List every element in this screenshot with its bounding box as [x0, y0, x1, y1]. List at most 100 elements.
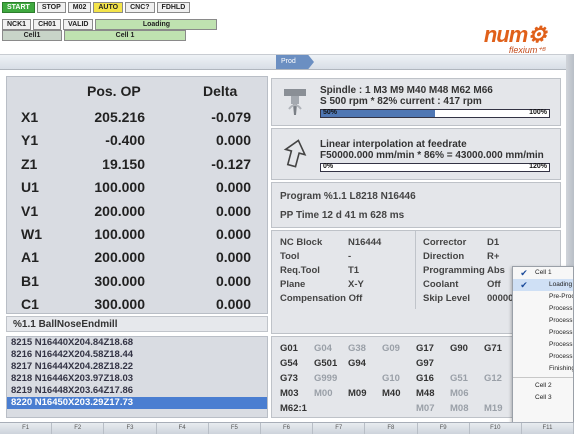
interpolation-text: Linear interpolation at feedrate	[320, 139, 467, 150]
axis-row-c1: C1 300.000 0.000	[7, 292, 267, 316]
programming-label: Programming	[423, 265, 485, 276]
modal-code: G73	[280, 373, 298, 384]
tool-name: %1.1 BallNoseEndmill	[6, 316, 268, 332]
feedhold-chip[interactable]: FDHLD	[156, 2, 191, 13]
menu-item[interactable]: Finishing	[513, 363, 573, 375]
logo-num-text: num	[483, 22, 528, 47]
axis-delta: -0.079	[211, 109, 251, 125]
corrector-value: D1	[487, 237, 500, 248]
plane-label: Plane	[280, 279, 306, 290]
menu-item[interactable]: Cell 2	[513, 380, 573, 392]
modal-code: M62:1	[280, 403, 307, 414]
axis-position: 19.150	[102, 155, 145, 172]
softkey-f6[interactable]: F6	[261, 423, 314, 434]
axis-position: 300.000	[94, 296, 145, 313]
modal-code: G94	[348, 358, 366, 369]
modal-code: M07	[416, 403, 435, 414]
modal-code: M09	[348, 388, 367, 399]
modal-code: G54	[280, 358, 298, 369]
tool-label: Tool	[280, 251, 300, 262]
menu-item-label: Process 3	[549, 329, 573, 336]
program-line[interactable]: 8215 N16440X204.84Z18.68	[7, 337, 267, 349]
valid-chip: VALID	[62, 19, 94, 30]
program-label: Program %1.1 L8218 N16446	[280, 191, 416, 202]
req-tool-label: Req.Tool	[280, 265, 320, 276]
axis-row-v1: V1 200.000 0.000	[7, 199, 267, 223]
softkey-f11[interactable]: F11	[522, 423, 574, 434]
modal-code: M48	[416, 388, 435, 399]
axis-label: A1	[21, 249, 39, 266]
menu-item[interactable]: ✔ Loading	[513, 279, 573, 291]
program-listing[interactable]: 8215 N16440X204.84Z18.68 8216 N16442X204…	[6, 336, 268, 418]
modal-code: M06	[450, 388, 469, 399]
menu-item[interactable]: Process 4	[513, 339, 573, 351]
program-line-current[interactable]: 8220 N16450X203.29Z17.73	[7, 397, 267, 409]
softkey-f1[interactable]: F1	[0, 423, 53, 434]
modal-code: M00	[314, 388, 333, 399]
prod-tab[interactable]: Prod	[276, 55, 314, 69]
softkey-f4[interactable]: F4	[157, 423, 209, 434]
axis-label: W1	[21, 226, 42, 242]
menu-item[interactable]: Process	[513, 303, 573, 315]
nc-block-label: NC Block	[280, 237, 323, 248]
modal-code: G17	[416, 343, 434, 354]
axis-row-x1: X1 205.216 -0.079	[7, 105, 267, 129]
menu-item[interactable]: Pre-Proc	[513, 291, 573, 303]
axis-position: 205.216	[94, 109, 145, 125]
axis-delta: -0.127	[211, 155, 251, 172]
loading-chip: Loading	[95, 19, 218, 30]
softkey-f7[interactable]: F7	[313, 423, 366, 434]
auto-mode-chip[interactable]: AUTO	[93, 2, 124, 13]
softkey-f2[interactable]: F2	[52, 423, 105, 434]
start-chip[interactable]: START	[2, 2, 35, 13]
softkey-f3[interactable]: F3	[104, 423, 157, 434]
softkey-f8[interactable]: F8	[365, 423, 418, 434]
axis-label: U1	[21, 179, 39, 196]
cell-chip: Cell1	[2, 30, 62, 41]
axis-row-y1: Y1 -0.400 0.000	[7, 128, 267, 152]
spindle-status-text: Spindle : 1 M3 M9 M40 M48 M62 M66	[320, 85, 493, 96]
coolant-label: Coolant	[423, 279, 459, 290]
menu-item-label: Cell 2	[535, 382, 552, 389]
program-line[interactable]: 8218 N16446X203.97Z18.03	[7, 373, 267, 385]
stop-chip[interactable]: STOP	[36, 2, 66, 13]
axis-label: C1	[21, 296, 39, 313]
menu-item[interactable]: Process 2	[513, 315, 573, 327]
coolant-value: Off	[487, 279, 501, 290]
axis-row-a1: A1 200.000 0.000	[7, 245, 267, 269]
modal-code: G09	[382, 343, 400, 354]
axis-label: B1	[21, 272, 39, 289]
plane-value: X-Y	[348, 279, 364, 290]
modal-code: G71	[484, 343, 502, 354]
tool-value: -	[348, 251, 352, 262]
arrow-up-icon	[283, 139, 307, 168]
cnc-chip: CNC?	[125, 2, 155, 13]
modal-code: G01	[280, 343, 298, 354]
cell-process-menu[interactable]: ✔ Cell 1 ✔ Loading Pre-Proc Process Process 2 P…	[512, 266, 574, 424]
status-row-top: START STOP M02 AUTO CNC? FDHLD	[2, 2, 191, 13]
axis-delta: 0.000	[215, 179, 251, 196]
status-row-cells: Cell1 Cell 1	[2, 30, 186, 41]
menu-item[interactable]: Process 5	[513, 351, 573, 363]
softkey-f5[interactable]: F5	[209, 423, 261, 434]
modal-code: G04	[314, 343, 332, 354]
nck-chip: NCK1	[2, 19, 32, 30]
softkey-f9[interactable]: F9	[418, 423, 470, 434]
program-line[interactable]: 8216 N16442X204.58Z18.44	[7, 349, 267, 361]
program-line[interactable]: 8217 N16444X204.28Z18.22	[7, 361, 267, 373]
menu-item-label: Process 2	[549, 317, 573, 324]
spindle-bar-left-label: 50%	[323, 109, 338, 116]
menu-item[interactable]: ✔ Cell 1	[513, 267, 573, 279]
menu-item[interactable]: Process 3	[513, 327, 573, 339]
axis-position: -0.400	[105, 132, 145, 149]
delta-header: Delta	[203, 83, 238, 99]
program-line[interactable]: 8219 N16448X203.64Z17.86	[7, 385, 267, 397]
axis-position: 200.000	[94, 249, 145, 266]
feedrate-text: F50000.000 mm/min * 86% = 43000.000 mm/m…	[320, 150, 544, 161]
skip-level-value: 00000	[487, 293, 514, 304]
compensation-label: Compensation Off	[280, 293, 363, 304]
softkey-f10[interactable]: F10	[470, 423, 522, 434]
softkey-bar: F1 F2 F3 F4 F5 F6 F7 F8 F9 F10 F11	[0, 422, 574, 434]
menu-item[interactable]: Cell 3	[513, 392, 573, 404]
skip-level-label: Skip Level	[423, 293, 470, 304]
